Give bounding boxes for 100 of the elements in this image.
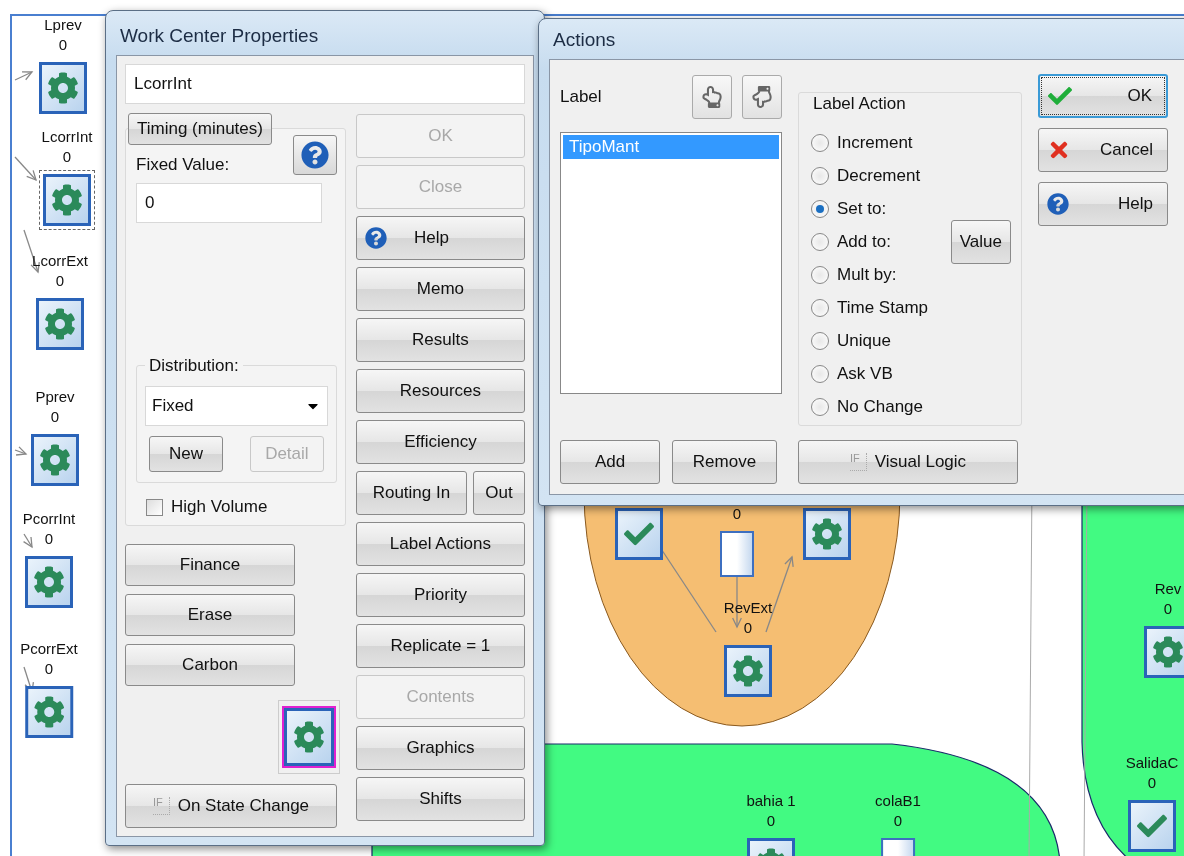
window-title: Actions: [552, 28, 617, 52]
node-count: 0: [44, 660, 54, 678]
side-button[interactable]: Routing In: [355, 471, 467, 515]
visual-logic-button[interactable]: IF Visual Logic: [798, 440, 1018, 484]
radio-button[interactable]: [811, 298, 829, 317]
connector-arrow: [14, 71, 34, 81]
side-button[interactable]: Out: [473, 471, 525, 515]
radio-button[interactable]: [811, 166, 829, 185]
checkbox[interactable]: [146, 498, 163, 516]
pointing-hand-icon: [751, 86, 773, 108]
action-button[interactable]: Finance: [125, 544, 295, 586]
node-label: Rev: [1154, 580, 1182, 598]
help-button[interactable]: [292, 135, 337, 175]
dialog-button[interactable]: OK: [1038, 74, 1168, 118]
dialog-button[interactable]: Cancel: [1038, 128, 1168, 172]
gear-icon: [33, 566, 65, 598]
check-icon: [1048, 84, 1072, 108]
side-button[interactable]: Efficiency: [355, 420, 525, 464]
connector-arrow: [14, 446, 28, 456]
side-button[interactable]: Help: [355, 216, 525, 260]
help-icon: [300, 141, 329, 169]
node-count: 0: [743, 619, 753, 637]
node-label: bahia 1: [746, 792, 796, 810]
radio-label: Set to:: [837, 198, 887, 219]
node-count: 0: [50, 408, 60, 426]
side-button[interactable]: Results: [355, 318, 525, 362]
list-heading: Label: [560, 87, 603, 107]
checkbox-label: High Volume: [171, 497, 268, 517]
distribution-button[interactable]: New: [149, 436, 223, 472]
gear-icon: [732, 655, 764, 687]
radio-label: Ask VB: [837, 363, 893, 384]
radio-button[interactable]: [811, 199, 829, 218]
help-icon: [364, 227, 387, 249]
connector-arrow: [22, 533, 33, 549]
value-button[interactable]: Value: [950, 219, 1011, 264]
gear-icon: [292, 721, 325, 753]
fixed-value-field[interactable]: 0: [136, 183, 322, 223]
gear-icon: [1152, 636, 1184, 668]
distribution-select[interactable]: Fixed: [145, 386, 328, 426]
node-label: LcorrInt: [41, 128, 93, 146]
gear-icon: [33, 696, 65, 728]
side-button[interactable]: Label Actions: [355, 522, 525, 566]
radio-button[interactable]: [811, 265, 829, 284]
name-field[interactable]: LcorrInt: [125, 64, 525, 104]
pointing-hand-icon: [701, 86, 723, 108]
move-down-button[interactable]: [742, 75, 782, 119]
node-label: Lprev: [44, 16, 82, 34]
radio-button[interactable]: [811, 397, 829, 416]
gear-icon: [811, 518, 843, 550]
node-label: SalidaC: [1125, 754, 1179, 772]
side-button[interactable]: Graphics: [355, 726, 525, 770]
icon-preview[interactable]: [277, 700, 340, 774]
node-label: PcorrInt: [22, 510, 76, 528]
node-count: 0: [1147, 774, 1157, 792]
radio-label: Unique: [837, 330, 891, 351]
dialog-button[interactable]: Help: [1038, 182, 1168, 226]
list-button[interactable]: Add: [560, 440, 660, 484]
gear-icon: [51, 184, 83, 216]
node-count: 0: [766, 812, 776, 830]
node-count: 0: [55, 272, 65, 290]
node-label: Pprev: [35, 388, 75, 406]
node-label: colaB1: [875, 792, 921, 810]
side-button[interactable]: Priority: [355, 573, 525, 617]
node-count: 0: [1163, 600, 1173, 618]
radio-label: Increment: [837, 132, 913, 153]
radio-button[interactable]: [811, 232, 829, 251]
side-button[interactable]: Replicate = 1: [355, 624, 525, 668]
node-count: 0: [893, 812, 903, 830]
radio-label: Decrement: [837, 165, 921, 186]
move-up-button[interactable]: [692, 75, 732, 119]
side-button[interactable]: Shifts: [355, 777, 525, 821]
queue-box: [720, 531, 754, 577]
window-title: Work Center Properties: [119, 24, 320, 48]
list-button[interactable]: Remove: [672, 440, 777, 484]
node-label: RevExt: [723, 599, 773, 617]
on-state-change-button[interactable]: IF On State Change: [125, 784, 337, 828]
radio-label: Mult by:: [837, 264, 897, 285]
radio-button[interactable]: [811, 364, 829, 383]
gear-icon: [39, 444, 71, 476]
node-count: 0: [44, 530, 54, 548]
timing-button[interactable]: Timing (minutes): [128, 113, 272, 145]
node-count: 0: [58, 36, 68, 54]
node-count: 0: [62, 148, 72, 166]
radio-label: Add to:: [837, 231, 891, 252]
gear-icon: [47, 72, 79, 104]
node-label: PcorrExt: [20, 640, 78, 658]
radio-label: Time Stamp: [837, 297, 928, 318]
action-button[interactable]: Carbon: [125, 644, 295, 686]
side-button[interactable]: Resources: [355, 369, 525, 413]
radio-button[interactable]: [811, 331, 829, 350]
radio-label: No Change: [837, 396, 923, 417]
field-label: Fixed Value:: [136, 155, 230, 175]
node-label: LcorrExt: [32, 252, 88, 270]
node-count: 0: [732, 505, 742, 523]
action-button[interactable]: Erase: [125, 594, 295, 636]
help-icon: [1047, 193, 1069, 215]
gear-icon: [44, 308, 76, 340]
connector-arrow: [14, 156, 37, 182]
radio-button[interactable]: [811, 133, 829, 152]
side-button[interactable]: Memo: [355, 267, 525, 311]
